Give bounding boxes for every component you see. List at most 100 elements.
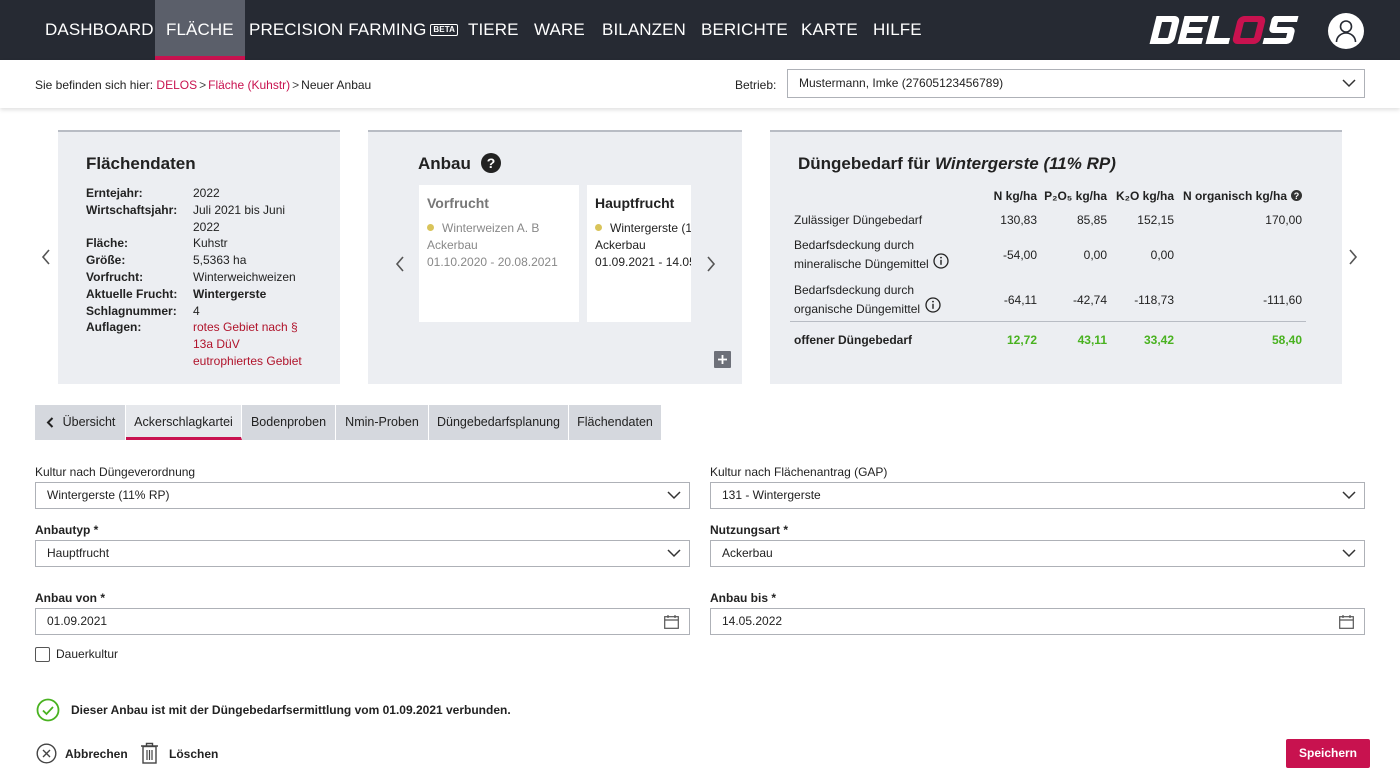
col-header-p2o5: P₂O₅ kg/ha bbox=[1044, 189, 1107, 203]
flaechendaten-card: Flächendaten Erntejahr: 2022 Wirtschaftsj… bbox=[58, 130, 340, 384]
auflagen-value-2: eutrophiertes Gebiet bbox=[193, 353, 302, 368]
chevron-down-icon bbox=[1342, 548, 1356, 557]
total-cell: 58,40 bbox=[1271, 333, 1302, 347]
wirtschaftsjahr-value: Juli 2021 bis Juni 2022 bbox=[193, 202, 286, 234]
auflagen-value: rotes Gebiet nach § 13a DüV bbox=[193, 320, 298, 352]
betrieb-select[interactable]: Mustermann, Imke (27605123456789) bbox=[787, 69, 1365, 98]
cancel-button[interactable]: Abbrechen bbox=[65, 747, 128, 761]
schlagnummer-key: Schlagnummer: bbox=[86, 303, 177, 318]
flaeche-key: Fläche: bbox=[86, 236, 129, 251]
value-cell: -64,11 bbox=[1003, 293, 1037, 307]
nav-precision-farming[interactable]: PRECISION FARMING BETA bbox=[238, 0, 469, 60]
value-cell: -111,60 bbox=[1263, 293, 1302, 307]
tab-flaechendaten[interactable]: Flächendaten bbox=[569, 405, 662, 440]
save-button[interactable]: Speichern bbox=[1286, 739, 1370, 768]
col-header-k2o: K₂O kg/ha bbox=[1115, 189, 1174, 203]
nav-flaeche[interactable]: FLÄCHE bbox=[155, 0, 245, 60]
value-cell: 170,00 bbox=[1265, 213, 1302, 227]
kultur-dv-label: Kultur nach Düngeverordnung bbox=[35, 465, 196, 479]
betrieb-value: Mustermann, Imke (27605123456789) bbox=[799, 76, 1004, 90]
vorfrucht-title: Vorfrucht bbox=[427, 195, 489, 211]
dauerkultur-checkbox[interactable] bbox=[35, 647, 50, 662]
hauptfrucht-title: Hauptfrucht bbox=[595, 195, 675, 211]
breadcrumb-current: Neuer Anbau bbox=[301, 78, 372, 92]
chevron-down-icon bbox=[1342, 490, 1356, 499]
info-icon[interactable] bbox=[925, 297, 941, 313]
cancel-icon[interactable] bbox=[36, 743, 57, 764]
calendar-icon[interactable] bbox=[664, 615, 679, 629]
delete-button[interactable]: Löschen bbox=[169, 747, 218, 761]
chevron-left-icon bbox=[46, 417, 54, 428]
breadcrumb-delos[interactable]: DELOS bbox=[156, 78, 197, 92]
flaechendaten-title: Flächendaten bbox=[86, 154, 196, 173]
tab-bodenproben[interactable]: Bodenproben bbox=[242, 405, 336, 440]
hauptfrucht-period: 01.09.2021 - 14.05 bbox=[595, 255, 691, 269]
vorfrucht-period: 01.10.2020 - 20.08.2021 bbox=[427, 255, 558, 269]
trash-icon[interactable] bbox=[140, 742, 159, 764]
help-circle-icon[interactable]: ? bbox=[481, 153, 501, 173]
kultur-dv-select[interactable]: Wintergerste (11% RP) bbox=[35, 482, 690, 509]
aktuelle-frucht-value: Wintergerste bbox=[193, 286, 267, 301]
user-icon bbox=[1335, 20, 1357, 43]
total-cell: 43,11 bbox=[1077, 333, 1107, 347]
tab-nmin-proben[interactable]: Nmin-Proben bbox=[336, 405, 429, 440]
tab-duengebedarfsplanung[interactable]: Düngebedarfsplanung bbox=[429, 405, 569, 440]
carousel-next-icon[interactable] bbox=[1347, 248, 1359, 266]
vorfrucht-card[interactable]: Vorfrucht Winterweizen A. B Ackerbau 01.… bbox=[419, 185, 579, 322]
hauptfrucht-type: Ackerbau bbox=[595, 238, 646, 252]
duengebedarf-title: Düngebedarf für Wintergerste (11% RP) bbox=[798, 154, 1116, 174]
hauptfrucht-crop: Wintergerste (1 bbox=[595, 221, 691, 235]
nav-karte[interactable]: KARTE bbox=[790, 0, 869, 60]
anbautyp-select[interactable]: Hauptfrucht bbox=[35, 540, 690, 567]
nav-tiere[interactable]: TIERE bbox=[457, 0, 530, 60]
anbau-prev-icon[interactable] bbox=[394, 255, 406, 273]
tab-ackerschlagkartei[interactable]: Ackerschlagkartei bbox=[126, 405, 242, 440]
status-dot-icon bbox=[427, 224, 434, 231]
total-cell: 12,72 bbox=[1006, 333, 1037, 347]
add-icon[interactable] bbox=[714, 351, 731, 368]
tab-uebersicht-label: Übersicht bbox=[62, 415, 116, 429]
betrieb-label: Betrieb: bbox=[735, 78, 777, 92]
kultur-gap-label: Kultur nach Flächenantrag (GAP) bbox=[710, 465, 888, 479]
auflagen-key: Auflagen: bbox=[86, 320, 142, 335]
anbau-von-input[interactable]: 01.09.2021 bbox=[35, 608, 690, 635]
chevron-down-icon bbox=[667, 548, 681, 557]
anbau-next-icon[interactable] bbox=[705, 255, 717, 273]
row-label-mineralisch-2: mineralische Düngemittel bbox=[794, 257, 929, 271]
breadcrumb-separator: > bbox=[199, 78, 207, 92]
anbau-von-value: 01.09.2021 bbox=[47, 614, 108, 628]
breadcrumb-flaeche[interactable]: Fläche (Kuhstr) bbox=[208, 78, 290, 92]
row-label-zulaessig: Zulässiger Düngebedarf bbox=[794, 213, 923, 227]
value-cell: 0,00 bbox=[1083, 248, 1107, 262]
value-cell: 152,15 bbox=[1137, 213, 1174, 227]
col-header-n: N kg/ha bbox=[993, 189, 1037, 203]
anbau-title: Anbau bbox=[418, 154, 471, 173]
row-label-organisch-2: organische Düngemittel bbox=[794, 302, 921, 316]
value-cell: -42,74 bbox=[1072, 293, 1107, 307]
calendar-icon[interactable] bbox=[1339, 615, 1354, 629]
nav-dashboard[interactable]: DASHBOARD bbox=[34, 0, 165, 60]
duengebedarf-title-crop: Wintergerste (11% RP) bbox=[934, 154, 1116, 173]
help-circle-icon[interactable]: ? bbox=[1291, 190, 1302, 201]
carousel-prev-icon[interactable] bbox=[40, 248, 52, 266]
duengebedarf-card: Düngebedarf für Wintergerste (11% RP) N … bbox=[770, 130, 1342, 384]
flaechendaten-list: Erntejahr: 2022 Wirtschaftsjahr: Juli 2021… bbox=[86, 185, 316, 370]
erntejahr-value: 2022 bbox=[193, 186, 220, 200]
kultur-gap-select[interactable]: 131 - Wintergerste bbox=[710, 482, 1365, 509]
info-icon[interactable] bbox=[933, 253, 949, 269]
tab-uebersicht[interactable]: Übersicht bbox=[35, 405, 126, 440]
chevron-down-icon bbox=[667, 490, 681, 499]
nav-berichte[interactable]: BERICHTE bbox=[690, 0, 799, 60]
nav-bilanzen[interactable]: BILANZEN bbox=[591, 0, 697, 60]
user-avatar[interactable] bbox=[1328, 13, 1364, 49]
anbautyp-label: Anbautyp * bbox=[35, 523, 99, 537]
anbau-bis-input[interactable]: 14.05.2022 bbox=[710, 608, 1365, 635]
nutzungsart-select[interactable]: Ackerbau bbox=[710, 540, 1365, 567]
nav-hilfe[interactable]: HILFE bbox=[862, 0, 933, 60]
nav-ware[interactable]: WARE bbox=[523, 0, 596, 60]
status-dot-icon bbox=[595, 224, 602, 231]
aktuelle-frucht-key: Aktuelle Frucht: bbox=[86, 286, 178, 301]
delos-logo[interactable] bbox=[1146, 10, 1306, 50]
nutzungsart-label: Nutzungsart * bbox=[710, 523, 788, 537]
hauptfrucht-card[interactable]: Hauptfrucht Wintergerste (1 Ackerbau 01.… bbox=[587, 185, 691, 322]
